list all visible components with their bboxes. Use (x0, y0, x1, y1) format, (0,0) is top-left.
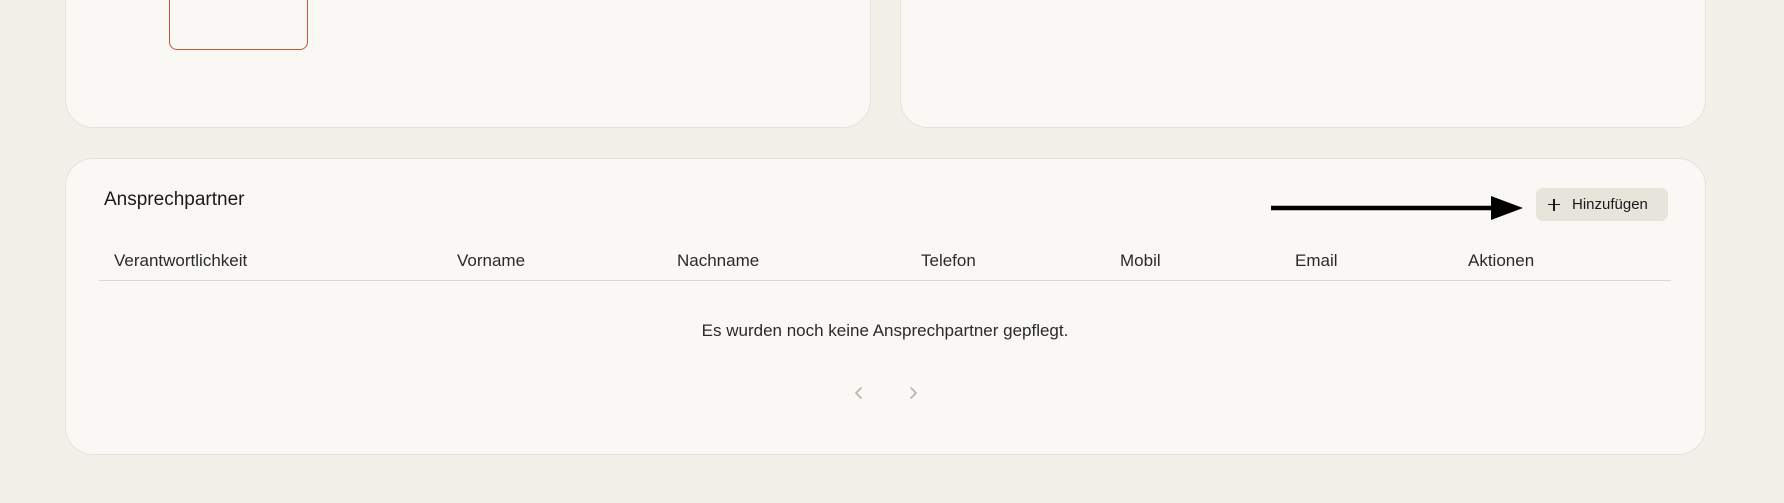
info-card (900, 0, 1706, 128)
column-header-email: Email (1295, 251, 1338, 270)
column-header-first-name: Vorname (457, 251, 526, 270)
column-header-actions: Aktionen (1468, 251, 1535, 270)
chevron-right-icon (910, 387, 917, 399)
add-file-tile[interactable] (169, 0, 308, 50)
add-contact-button[interactable]: Hinzufügen (1536, 188, 1668, 221)
arrow-right-icon (1271, 196, 1523, 220)
next-page-button[interactable] (903, 383, 923, 403)
column-header-phone: Telefon (921, 251, 976, 270)
section-title: Ansprechpartner (104, 189, 245, 210)
table-header: Verantwortlichkeit Vorname Nachname Tele… (99, 241, 1671, 281)
empty-state-message: Es wurden noch keine Ansprechpartner gep… (701, 321, 1069, 340)
previous-page-button[interactable] (849, 383, 869, 403)
column-header-last-name: Nachname (677, 251, 760, 270)
column-header-responsibility: Verantwortlichkeit (114, 251, 248, 270)
plus-icon (1548, 198, 1560, 211)
chevron-left-icon (855, 387, 862, 399)
add-contact-label: Hinzufügen (1572, 196, 1648, 213)
column-header-mobile: Mobil (1120, 251, 1161, 270)
upload-card (65, 0, 871, 128)
contacts-card: Ansprechpartner Hinzufügen Verantwortlic… (65, 158, 1706, 455)
